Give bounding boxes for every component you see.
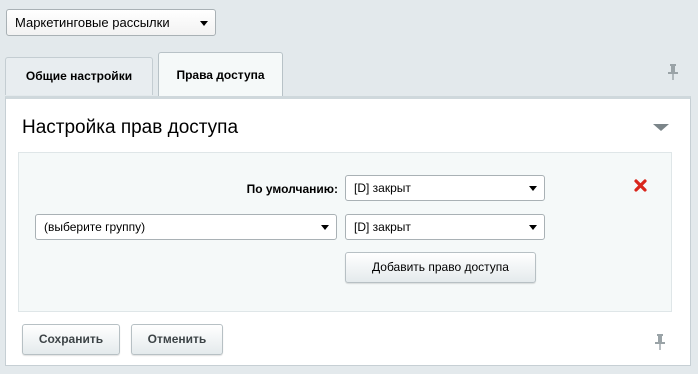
caret-down-icon <box>321 225 329 230</box>
caret-down-icon <box>529 225 537 230</box>
pin-icon[interactable] <box>653 333 667 351</box>
access-rights-box: По умолчанию: [D] закрыт (выберите групп… <box>18 152 672 312</box>
tab-general-settings[interactable]: Общие настройки <box>5 57 153 95</box>
tab-general-settings-label: Общие настройки <box>25 69 133 83</box>
group-select[interactable]: (выберите группу) <box>35 214 337 240</box>
group-select-value: (выберите группу) <box>44 220 146 234</box>
module-select-value: Маркетинговые рассылки <box>15 15 170 30</box>
pin-icon[interactable] <box>666 63 680 81</box>
group-access-level-select[interactable]: [D] закрыт <box>345 214 545 240</box>
add-access-right-button[interactable]: Добавить право доступа <box>345 252 536 283</box>
panel-title: Настройка прав доступа <box>22 117 239 138</box>
caret-down-icon <box>529 186 537 191</box>
tab-access-rights-label: Права доступа <box>176 68 265 82</box>
module-select[interactable]: Маркетинговые рассылки <box>6 9 216 36</box>
caret-down-icon <box>200 20 208 26</box>
group-access-level-value: [D] закрыт <box>354 220 411 234</box>
collapse-arrow-icon[interactable] <box>653 124 669 131</box>
delete-icon[interactable] <box>633 178 648 193</box>
default-access-level-value: [D] закрыт <box>354 181 411 195</box>
settings-panel: Настройка прав доступа По умолчанию: [D]… <box>5 96 691 366</box>
tab-access-rights[interactable]: Права доступа <box>158 52 283 97</box>
default-access-level-select[interactable]: [D] закрыт <box>345 175 545 201</box>
cancel-button[interactable]: Отменить <box>131 324 223 355</box>
default-label: По умолчанию: <box>246 182 338 196</box>
save-button[interactable]: Сохранить <box>22 324 120 355</box>
